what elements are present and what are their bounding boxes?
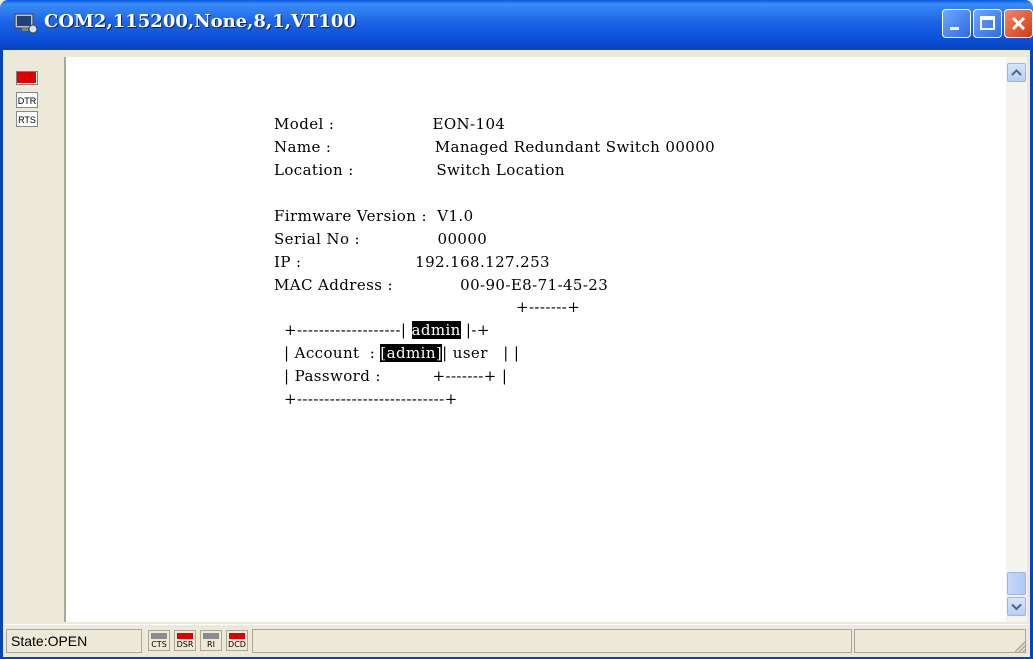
terminal-line: Location : Switch Location <box>274 161 565 179</box>
cts-led-icon <box>151 633 167 639</box>
cts-indicator: CTS <box>148 630 170 651</box>
password-row[interactable]: | Password : +-------+ | <box>284 367 507 385</box>
connection-state: State:OPEN <box>6 629 142 653</box>
terminal-line: Name : Managed Redundant Switch 00000 <box>274 138 716 156</box>
dialog-border: +-------------------| <box>284 321 412 339</box>
scroll-thumb[interactable] <box>1007 572 1026 595</box>
menu-item-user[interactable]: | user | | <box>442 344 519 362</box>
dialog-border: |-+ <box>460 321 490 339</box>
status-segment <box>252 629 852 653</box>
signal-panel: DTR RTS <box>6 57 64 622</box>
minimize-icon <box>950 27 959 30</box>
dcd-indicator: DCD <box>226 630 248 651</box>
vertical-scrollbar[interactable] <box>1006 57 1027 622</box>
ri-label: RI <box>207 640 215 649</box>
connection-led-icon[interactable] <box>16 71 38 85</box>
menu-top-border: +-------+ <box>516 298 581 316</box>
terminal-line: IP : 192.168.127.253 <box>274 253 550 271</box>
dsr-indicator: DSR <box>174 630 196 651</box>
dcd-label: DCD <box>228 640 246 649</box>
close-button[interactable] <box>1004 9 1033 38</box>
chevron-up-icon <box>1011 69 1022 76</box>
minimize-button[interactable] <box>942 9 971 38</box>
dialog-row-1: +-------------------| admin |-+ <box>284 321 490 339</box>
ri-led-icon <box>203 633 219 639</box>
terminal-line: Model : EON-104 <box>274 115 506 133</box>
terminal-app-icon <box>14 13 38 34</box>
close-icon <box>1011 16 1026 31</box>
dtr-toggle[interactable]: DTR <box>16 92 38 108</box>
title-bar: COM2,115200,None,8,1,VT100 <box>0 0 1033 50</box>
scroll-up-button[interactable] <box>1007 63 1026 82</box>
status-bar: State:OPEN CTS DSR RI DCD <box>3 624 1030 657</box>
scroll-down-button[interactable] <box>1007 597 1026 616</box>
resize-grip-icon[interactable] <box>1013 639 1027 653</box>
terminal-screen[interactable]: Model : EON-104 Name : Managed Redundant… <box>66 57 1006 622</box>
account-label: | Account : <box>284 344 381 362</box>
window-title: COM2,115200,None,8,1,VT100 <box>44 11 356 32</box>
rts-toggle[interactable]: RTS <box>16 111 38 127</box>
dialog-bottom-border: +---------------------------+ <box>284 390 458 408</box>
dsr-led-icon <box>177 633 193 639</box>
dsr-label: DSR <box>176 640 194 649</box>
dialog-row-2: | Account : [admin]| user | | <box>284 344 519 362</box>
maximize-button[interactable] <box>973 9 1002 38</box>
dcd-led-icon <box>229 633 245 639</box>
account-field[interactable]: [admin] <box>380 344 443 362</box>
maximize-icon <box>980 16 995 30</box>
terminal-line: Firmware Version : V1.0 <box>274 207 474 225</box>
menu-item-admin[interactable]: admin <box>411 321 461 339</box>
chevron-down-icon <box>1011 603 1022 611</box>
terminal-line: MAC Address : 00-90-E8-71-45-23 <box>274 276 609 294</box>
terminal-line: Serial No : 00000 <box>274 230 488 248</box>
cts-label: CTS <box>151 640 167 649</box>
ri-indicator: RI <box>200 630 222 651</box>
status-segment-right <box>854 629 1026 653</box>
